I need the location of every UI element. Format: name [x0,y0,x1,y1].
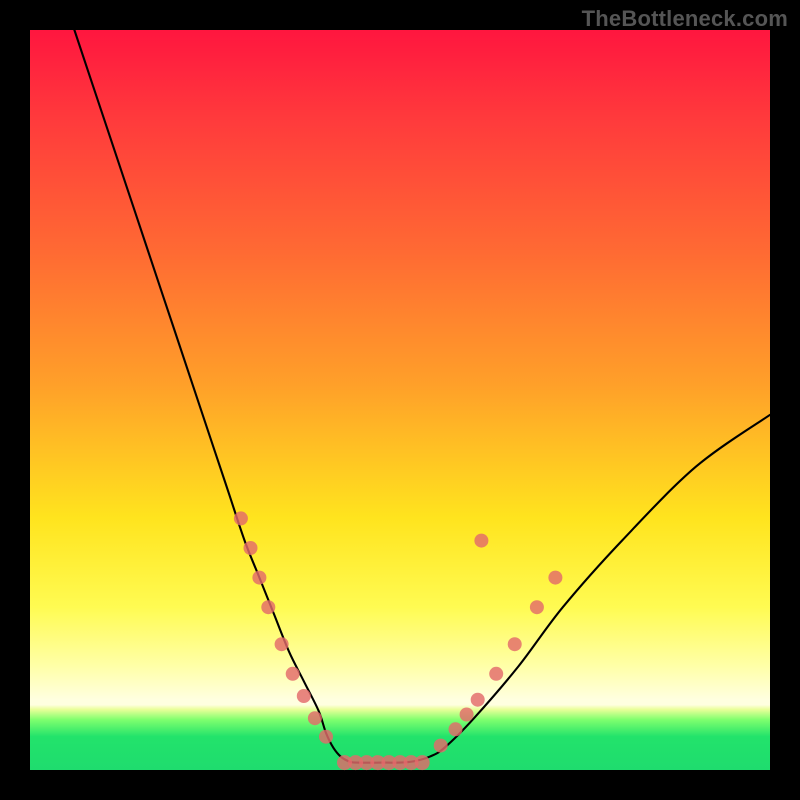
highlight-dot [286,667,300,681]
highlight-dot [474,534,488,548]
valley-dot [415,755,430,770]
highlight-dot [275,637,289,651]
bottleneck-curve-path [74,30,770,763]
watermark-text: TheBottleneck.com [582,6,788,32]
highlight-dot [234,511,248,525]
curve-svg [30,30,770,770]
highlight-dot [471,693,485,707]
highlight-dot [261,600,275,614]
highlight-dot [297,689,311,703]
highlight-dot [530,600,544,614]
right-arm-dots [434,534,563,753]
highlight-dot [319,730,333,744]
highlight-dot [548,571,562,585]
highlight-dot [244,541,258,555]
highlight-dot [460,708,474,722]
highlight-dot [252,571,266,585]
highlight-dot [308,711,322,725]
highlight-dot [434,739,448,753]
highlight-dot [489,667,503,681]
chart-frame: TheBottleneck.com [0,0,800,800]
highlight-dot [508,637,522,651]
highlight-dot [449,722,463,736]
flat-segment-dots [337,755,430,770]
plot-area [30,30,770,770]
